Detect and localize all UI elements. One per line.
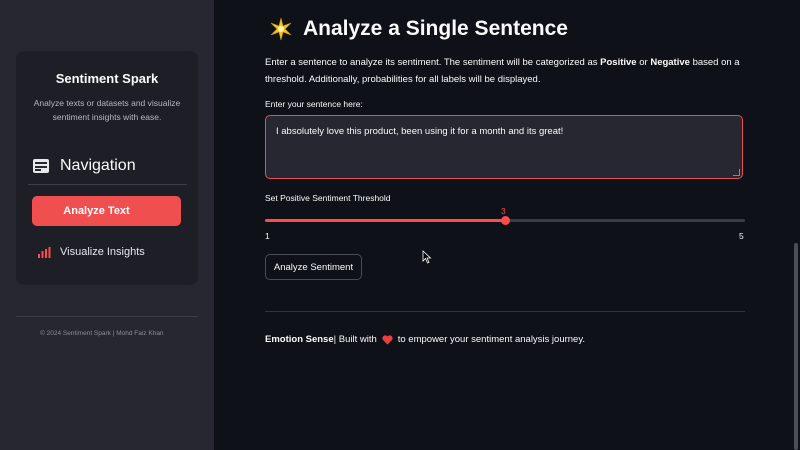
navigation-label: Navigation xyxy=(60,157,136,174)
sidebar-card: Sentiment Spark Analyze texts or dataset… xyxy=(16,51,198,285)
slider-fill xyxy=(265,219,505,222)
sidebar-divider xyxy=(16,316,198,317)
navigation-icon xyxy=(33,159,49,173)
sentence-input[interactable]: I absolutely love this product, been usi… xyxy=(265,115,743,179)
nav-item-visualize-insights[interactable]: Visualize Insights xyxy=(38,246,145,258)
mouse-cursor-icon xyxy=(422,250,432,264)
slider-max-label: 5 xyxy=(739,231,744,241)
threshold-slider[interactable] xyxy=(265,216,745,225)
footer-built-with: | Built with xyxy=(333,334,377,345)
sidebar: Sentiment Spark Analyze texts or dataset… xyxy=(0,0,214,450)
analyze-sentiment-button[interactable]: Analyze Sentiment xyxy=(265,254,362,280)
resize-handle[interactable] xyxy=(733,169,740,176)
navigation-heading: Navigation xyxy=(32,157,136,175)
app-title: Sentiment Spark xyxy=(55,71,159,86)
negative-label: Negative xyxy=(650,57,690,68)
scrollbar[interactable] xyxy=(794,243,798,450)
slider-thumb[interactable] xyxy=(501,216,510,225)
heart-icon xyxy=(382,334,393,344)
content-divider xyxy=(265,311,745,312)
nav-item-label: Analyze Text xyxy=(63,205,130,217)
slider-min-label: 1 xyxy=(265,231,270,241)
threshold-slider-label: Set Positive Sentiment Threshold xyxy=(265,193,391,203)
page-description: Enter a sentence to analyze its sentimen… xyxy=(265,57,740,85)
nav-divider xyxy=(28,184,187,185)
sentence-input-label: Enter your sentence here: xyxy=(265,99,363,109)
page-title-row: Analyze a Single Sentence xyxy=(269,17,568,41)
sidebar-footer: © 2024 Sentiment Spark | Mohd Faiz Khan xyxy=(40,330,164,337)
threshold-slider-value: 3 xyxy=(501,206,506,216)
bar-chart-icon xyxy=(38,246,51,258)
footer-text: to empower your sentiment analysis journ… xyxy=(397,334,586,345)
footer-brand: Emotion Sense xyxy=(265,334,334,345)
nav-item-label: Visualize Insights xyxy=(60,246,145,258)
positive-label: Positive xyxy=(600,57,637,68)
page-title: Analyze a Single Sentence xyxy=(303,17,568,40)
main-content: Analyze a Single Sentence Enter a senten… xyxy=(214,0,800,450)
nav-item-analyze-text[interactable]: Analyze Text xyxy=(32,196,181,226)
app-description: Analyze texts or datasets and visualize … xyxy=(33,98,181,122)
sentence-input-value: I absolutely love this product, been usi… xyxy=(276,126,564,137)
sparkle-icon xyxy=(270,17,292,41)
page-footer: Emotion Sense | Built with to empower yo… xyxy=(265,334,585,345)
